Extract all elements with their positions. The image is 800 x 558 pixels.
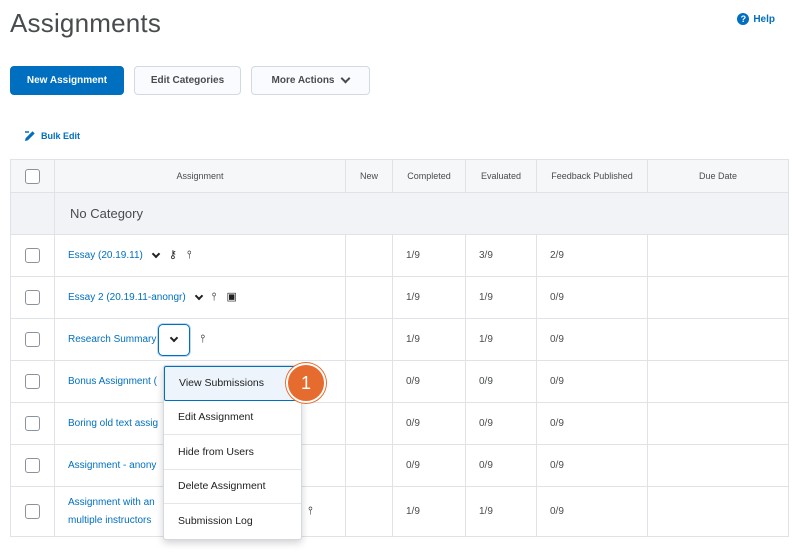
select-all-checkbox[interactable] [25,168,40,184]
bulk-edit-link[interactable]: Bulk Edit [24,130,80,142]
column-header[interactable]: Assignment [54,159,346,193]
due-date-cell [647,486,789,537]
column-header[interactable]: Feedback Published [536,159,648,193]
actions-dropdown-button[interactable] [158,323,191,356]
due-date-cell [647,402,789,445]
completed-cell[interactable]: 1/9 [392,318,466,361]
new-cell [345,318,393,361]
bulk-edit-label: Bulk Edit [41,131,81,141]
assignment-actions-menu: View Submissions Edit Assignment Hide fr… [163,365,302,540]
row-checkbox[interactable] [25,374,40,389]
menu-item-hide-from-users[interactable]: Hide from Users [164,435,301,470]
row-checkbox[interactable] [25,504,40,519]
due-date-cell [647,318,789,361]
assignment-link[interactable]: Bonus Assignment ( [68,376,157,387]
category-label: No Category [54,192,789,235]
evaluated-cell[interactable]: 0/9 [465,360,537,403]
table-row: Essay 2 (20.19.11-anongr) ⫯ ▣ 1/9 1/9 0/… [10,276,789,319]
chevron-down-icon [341,73,351,84]
evaluated-cell[interactable]: 1/9 [465,486,537,537]
completed-cell[interactable]: 1/9 [392,234,466,277]
completed-cell[interactable]: 0/9 [392,402,466,445]
new-cell [345,360,393,403]
help-icon: ? [737,13,750,25]
help-label: Help [753,13,775,25]
new-cell [345,276,393,319]
edit-categories-button[interactable]: Edit Categories [134,66,241,95]
key-icon: ⚷ [168,249,177,261]
more-actions-label: More Actions [271,75,335,86]
callout-badge: 1 [286,363,326,403]
assignments-table: Assignment New Completed Evaluated Feedb… [10,159,789,537]
due-date-cell [647,234,789,277]
column-header[interactable]: New [345,159,393,193]
feedback-cell: 0/9 [536,360,648,403]
category-row: No Category [10,192,789,235]
assignment-link[interactable]: Essay 2 (20.19.11-anongr) [68,292,186,303]
table-row: Essay (20.19.11) ⚷ ⫯ 1/9 3/9 2/9 [10,234,789,277]
pin-icon: ⫯ [308,505,313,517]
pin-icon: ⫯ [200,333,206,345]
feedback-cell: 0/9 [536,444,648,487]
row-checkbox[interactable] [25,458,40,473]
column-header[interactable]: Completed [392,159,466,193]
more-actions-button[interactable]: More Actions [251,66,370,95]
pencil-icon [25,131,35,141]
feedback-cell: 2/9 [536,234,648,277]
row-checkbox[interactable] [25,248,40,263]
completed-cell[interactable]: 0/9 [392,444,466,487]
assignment-link[interactable]: Boring old text assig [68,418,158,429]
feedback-cell: 0/9 [536,276,648,319]
assignment-link[interactable]: Research Summary [68,334,156,345]
assignment-link[interactable]: Assignment - anony [68,460,156,471]
column-header[interactable]: Due Date [647,159,789,193]
menu-item-view-submissions[interactable]: View Submissions [164,366,301,401]
table-row: Assignment - anony 0/9 0/9 0/9 [10,444,789,487]
row-checkbox[interactable] [25,290,40,305]
chevron-down-icon[interactable] [151,249,161,259]
table-row: Assignment with an multiple instructors … [10,486,789,537]
completed-cell[interactable]: 0/9 [392,360,466,403]
menu-item-delete-assignment[interactable]: Delete Assignment [164,470,301,504]
table-row: Bonus Assignment ( 0/9 0/9 0/9 [10,360,789,403]
row-checkbox[interactable] [25,332,40,347]
due-date-cell [647,360,789,403]
chevron-down-icon [170,333,179,343]
feedback-cell: 0/9 [536,402,648,445]
feedback-cell: 0/9 [536,318,648,361]
evaluated-cell[interactable]: 1/9 [465,276,537,319]
assignment-link[interactable]: Essay (20.19.11) [68,250,143,261]
pin-icon: ⫯ [211,291,217,303]
table-row: Boring old text assig 0/9 0/9 0/9 [10,402,789,445]
new-assignment-button[interactable]: New Assignment [10,66,124,95]
select-all-cell [10,159,55,193]
due-date-cell [647,444,789,487]
evaluated-cell[interactable]: 1/9 [465,318,537,361]
new-cell [345,402,393,445]
due-date-cell [647,276,789,319]
menu-item-edit-assignment[interactable]: Edit Assignment [164,401,301,435]
anonymous-icon: ▣ [226,291,237,303]
new-cell [345,234,393,277]
evaluated-cell[interactable]: 0/9 [465,444,537,487]
feedback-cell: 0/9 [536,486,648,537]
page-title: Assignments [10,8,162,38]
new-cell [345,486,393,537]
completed-cell[interactable]: 1/9 [392,486,466,537]
pin-icon: ⫯ [186,249,192,261]
evaluated-cell[interactable]: 0/9 [465,402,537,445]
column-header[interactable]: Evaluated [465,159,537,193]
completed-cell[interactable]: 1/9 [392,276,466,319]
chevron-down-icon[interactable] [194,291,203,301]
new-cell [345,444,393,487]
table-header-row: Assignment New Completed Evaluated Feedb… [10,159,789,193]
row-checkbox[interactable] [25,416,40,431]
evaluated-cell[interactable]: 3/9 [465,234,537,277]
menu-item-submission-log[interactable]: Submission Log [164,504,301,539]
table-row: Research Summary ⫯ 1/9 1/9 0/9 [10,318,789,361]
category-spacer [10,192,55,235]
help-link[interactable]: ? Help [737,13,775,25]
